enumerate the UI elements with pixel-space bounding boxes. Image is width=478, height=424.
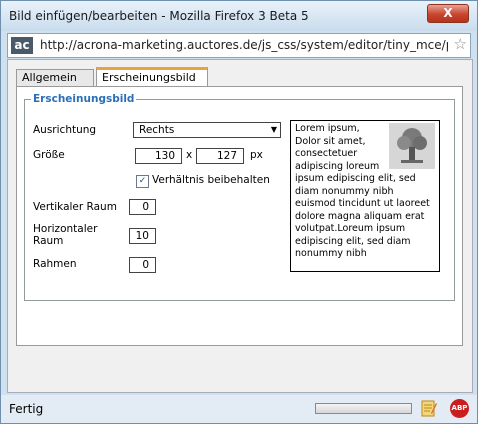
tab-panel: Erscheinungsbild Ausrichtung Rechts ▼ Gr… — [16, 86, 463, 346]
address-bar[interactable]: ac http://acrona-marketing.auctores.de/j… — [7, 33, 471, 58]
size-unit: px — [250, 149, 263, 161]
vspace-label: Vertikaler Raum — [33, 201, 117, 213]
preview-box: Lorem ipsum, Dolor sit amet, consectetue… — [290, 120, 440, 272]
height-input[interactable]: 127 — [196, 148, 244, 164]
chevron-down-icon[interactable]: ▼ — [271, 123, 277, 137]
appearance-group: Erscheinungsbild Ausrichtung Rechts ▼ Gr… — [24, 93, 455, 301]
url-text[interactable]: http://acrona-marketing.auctores.de/js_c… — [40, 38, 448, 52]
alignment-select[interactable]: Rechts ▼ — [133, 122, 281, 138]
group-title: Erscheinungsbild — [33, 93, 135, 105]
adblock-icon[interactable]: ABP — [450, 399, 469, 418]
size-label: Größe — [33, 149, 65, 161]
tree-image-icon — [389, 123, 435, 169]
window-title: Bild einfügen/bearbeiten - Mozilla Firef… — [9, 9, 309, 23]
alignment-label: Ausrichtung — [33, 124, 97, 136]
hspace-label-line2: Raum — [33, 235, 64, 247]
hspace-input[interactable]: 10 — [129, 228, 156, 244]
width-input[interactable]: 130 — [135, 148, 182, 164]
status-bar: Fertig ABP — [1, 395, 477, 423]
browser-window: Bild einfügen/bearbeiten - Mozilla Firef… — [0, 0, 478, 424]
border-input[interactable]: 0 — [129, 257, 156, 273]
close-button[interactable]: X — [427, 4, 469, 23]
status-text: Fertig — [9, 402, 44, 416]
progress-bar — [315, 403, 412, 414]
tab-erscheinungsbild[interactable]: Erscheinungsbild — [96, 67, 208, 87]
keep-ratio-label: Verhältnis beibehalten — [152, 174, 270, 186]
keep-ratio-checkbox[interactable]: ✓ — [136, 175, 149, 188]
star-icon[interactable]: ☆ — [454, 35, 467, 53]
border-label: Rahmen — [33, 258, 77, 270]
tab-allgemein[interactable]: Allgemein — [16, 69, 94, 86]
hspace-label-line1: Horizontaler — [33, 223, 98, 235]
title-bar[interactable]: Bild einfügen/bearbeiten - Mozilla Firef… — [1, 1, 477, 31]
vspace-input[interactable]: 0 — [129, 199, 156, 215]
site-icon: ac — [11, 37, 33, 54]
edit-page-icon[interactable] — [421, 399, 437, 417]
alignment-value: Rechts — [139, 124, 175, 136]
size-separator: x — [186, 149, 193, 161]
dialog-content: Allgemein Erscheinungsbild Erscheinungsb… — [7, 59, 473, 393]
